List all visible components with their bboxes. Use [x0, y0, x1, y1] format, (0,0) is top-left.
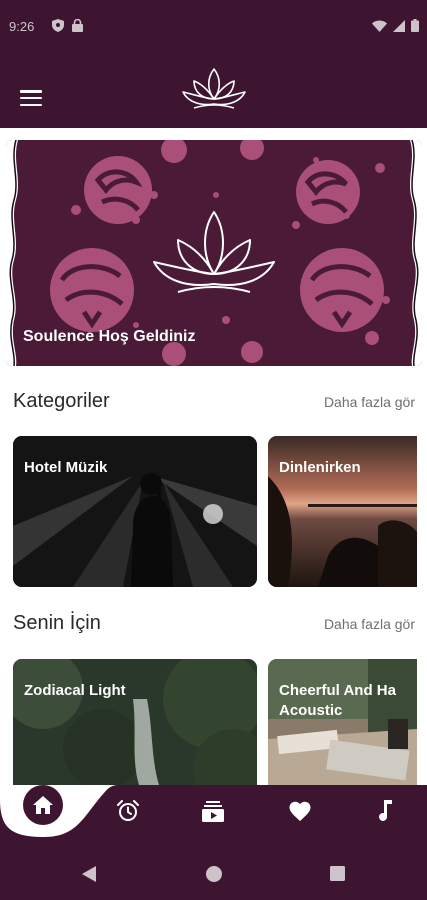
nav-favorites-button[interactable] — [286, 797, 314, 825]
playlist-card-zodiacal-light[interactable]: Zodiacal Light — [13, 659, 257, 785]
for-you-title: Senin İçin — [13, 612, 101, 634]
welcome-banner[interactable]: Soulence Hoş Geldiniz — [6, 140, 422, 366]
nav-alarm-button[interactable] — [114, 797, 142, 825]
lock-icon — [72, 19, 83, 32]
card-image — [13, 659, 257, 785]
card-label: Dinlenirken — [279, 459, 361, 476]
card-label: Cheerful And Ha Acoustic — [279, 682, 396, 719]
playlist-card-cheerful-acoustic[interactable]: Cheerful And Ha Acoustic — [268, 659, 417, 785]
menu-line — [20, 96, 42, 100]
wifi-icon — [372, 20, 387, 32]
shield-icon — [52, 19, 64, 32]
banner-title: Soulence Hoş Geldiniz — [23, 328, 196, 345]
nav-playlist-button[interactable] — [199, 797, 227, 825]
alarm-clock-icon — [117, 800, 139, 821]
categories-title: Kategoriler — [13, 390, 110, 412]
status-bar: 9:26 — [0, 0, 427, 54]
signal-icon — [393, 19, 405, 32]
app-bar — [0, 54, 427, 128]
for-you-see-more-link[interactable]: Daha fazla gör — [324, 616, 415, 632]
music-note-icon — [379, 800, 392, 821]
home-icon — [33, 796, 53, 814]
card-label: Hotel Müzik — [24, 459, 108, 476]
menu-button[interactable] — [20, 90, 42, 106]
card-label: Zodiacal Light — [24, 682, 126, 699]
recents-icon[interactable] — [330, 866, 345, 881]
status-time: 9:26 — [9, 19, 35, 34]
category-card-hotel-muzik[interactable]: Hotel Müzik — [13, 436, 257, 587]
heart-icon — [289, 801, 311, 821]
back-icon[interactable] — [82, 866, 96, 882]
nav-music-button[interactable] — [371, 797, 399, 825]
categories-see-more-link[interactable]: Daha fazla gör — [324, 394, 415, 410]
category-card-dinlenirken[interactable]: Dinlenirken — [268, 436, 417, 587]
bottom-navigation — [0, 785, 427, 849]
nav-home-button[interactable] — [23, 785, 63, 825]
playlist-icon — [202, 801, 224, 822]
battery-icon — [411, 19, 419, 32]
menu-line — [20, 90, 42, 93]
home-circle-icon[interactable] — [206, 866, 222, 882]
menu-line — [20, 103, 42, 106]
lotus-logo-icon — [182, 68, 246, 109]
card-image — [268, 659, 417, 785]
system-navigation-bar — [0, 849, 427, 900]
